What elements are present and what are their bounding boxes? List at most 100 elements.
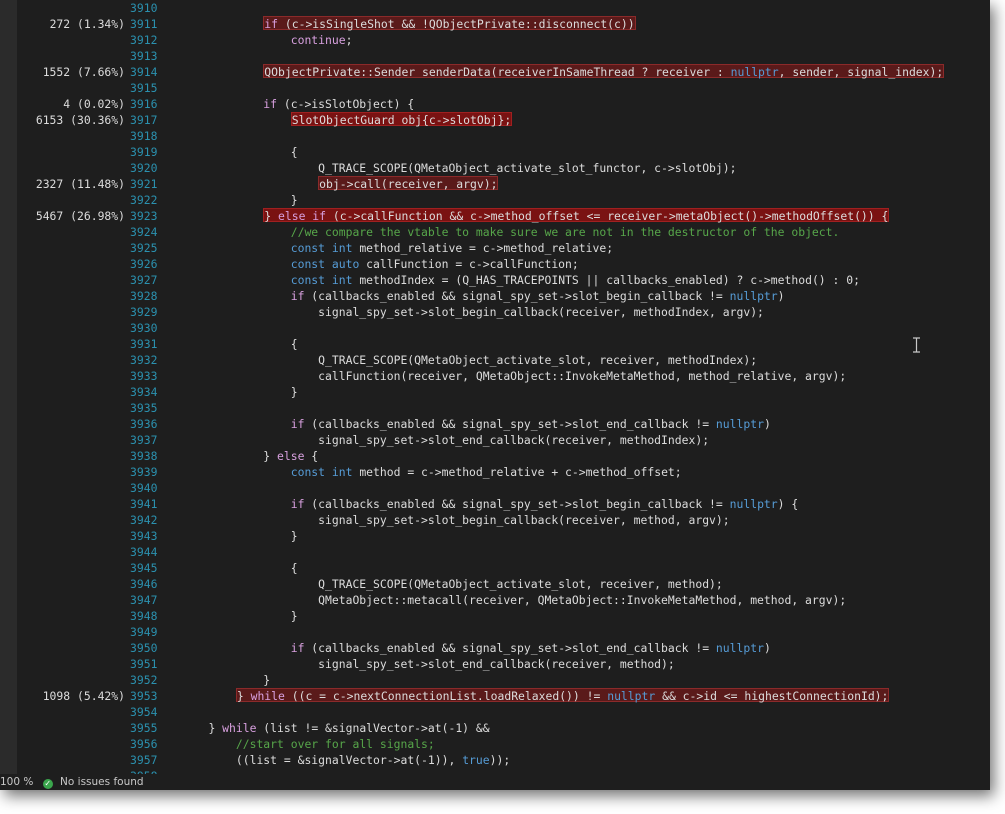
code-line[interactable]: 3946 Q_TRACE_SCOPE(QMetaObject_activate_… xyxy=(17,576,990,592)
line-number: 3950 xyxy=(130,641,158,655)
code-token: signal_spy_set->slot_begin_callback(rece… xyxy=(318,513,730,527)
code-text: signal_spy_set->slot_begin_callback(rece… xyxy=(181,304,990,320)
code-line[interactable]: 3944 xyxy=(17,544,990,560)
code-line[interactable]: 3939 const int method = c->method_relati… xyxy=(17,464,990,480)
code-line[interactable]: 1098 (5.42%) 3953 } while ((c = c->nextCo… xyxy=(17,688,990,704)
code-line[interactable]: 5467 (26.98%) 3923 } else if (c->callFunc… xyxy=(17,208,990,224)
code-token: if xyxy=(263,97,278,111)
zoom-level[interactable]: 100 % xyxy=(0,776,33,788)
line-number: 3956 xyxy=(130,737,158,751)
code-token: const auto xyxy=(290,257,360,271)
code-token: { xyxy=(290,561,298,575)
code-tokens: signal_spy_set->slot_begin_callback(rece… xyxy=(318,305,764,319)
code-token: obj->call(receiver, argv); xyxy=(319,177,498,191)
code-text: continue; xyxy=(181,32,990,48)
code-text: } xyxy=(181,384,990,400)
line-number: 3943 xyxy=(130,529,158,543)
code-line[interactable]: 3928 if (callbacks_enabled && signal_spy… xyxy=(17,288,990,304)
line-number: 3936 xyxy=(130,417,158,431)
line-number: 3933 xyxy=(130,369,158,383)
code-line[interactable]: 3947 QMetaObject::metacall(receiver, QMe… xyxy=(17,592,990,608)
line-number: 3953 xyxy=(130,689,158,703)
code-tokens: callFunction(receiver, QMetaObject::Invo… xyxy=(318,369,846,383)
code-line[interactable]: 272 (1.34%) 3911 if (c->isSingleShot && !… xyxy=(17,16,990,32)
line-number: 3932 xyxy=(130,353,158,367)
code-line[interactable]: 2327 (11.48%) 3921 obj->call(receiver, ar… xyxy=(17,176,990,192)
code-line[interactable]: 3938 } else { xyxy=(17,448,990,464)
code-token: const int xyxy=(290,273,353,287)
line-number: 3912 xyxy=(130,33,158,47)
line-number: 3918 xyxy=(130,129,158,143)
code-line[interactable]: 3955 } while (list != &signalVector->at(… xyxy=(17,720,990,736)
code-line[interactable]: 3957 ((list = &signalVector->at(-1)), tr… xyxy=(17,752,990,768)
code-line[interactable]: 3940 xyxy=(17,480,990,496)
perf-sample-count: 1552 (7.66%) xyxy=(42,65,125,79)
code-line[interactable]: 3919 { xyxy=(17,144,990,160)
code-token: Q_TRACE_SCOPE(QMetaObject_activate_slot,… xyxy=(318,577,723,591)
code-line[interactable]: 3931 { xyxy=(17,336,990,352)
code-line[interactable]: 3933 callFunction(receiver, QMetaObject:… xyxy=(17,368,990,384)
code-line[interactable]: 3934 } xyxy=(17,384,990,400)
code-token: nullptr xyxy=(715,417,764,431)
code-token: const int xyxy=(290,241,353,255)
code-line[interactable]: 3912 continue; xyxy=(17,32,990,48)
code-line[interactable]: 3951 signal_spy_set->slot_end_callback(r… xyxy=(17,656,990,672)
code-line[interactable]: 3930 xyxy=(17,320,990,336)
code-line[interactable]: 3956 //start over for all signals; xyxy=(17,736,990,752)
code-token: signal_spy_set->slot_end_callback(receiv… xyxy=(318,657,675,671)
code-line[interactable]: 3924 //we compare the vtable to make sur… xyxy=(17,224,990,240)
hot-line-highlight: } while ((c = c->nextConnectionList.load… xyxy=(235,688,890,703)
hot-line-highlight: QObjectPrivate::Sender senderData(receiv… xyxy=(263,64,945,79)
code-line[interactable]: 3942 signal_spy_set->slot_begin_callback… xyxy=(17,512,990,528)
code-line[interactable]: 3926 const auto callFunction = c->callFu… xyxy=(17,256,990,272)
code-text: } while (list != &signalVector->at(-1) &… xyxy=(181,720,990,736)
code-token: QMetaObject::metacall(receiver, QMetaObj… xyxy=(318,593,847,607)
code-line[interactable]: 3932 Q_TRACE_SCOPE(QMetaObject_activate_… xyxy=(17,352,990,368)
code-token: signal_spy_set->slot_begin_callback(rece… xyxy=(318,305,764,319)
code-line[interactable]: 3937 signal_spy_set->slot_end_callback(r… xyxy=(17,432,990,448)
code-line[interactable]: 3913 xyxy=(17,48,990,64)
line-number: 3945 xyxy=(130,561,158,575)
code-line[interactable]: 3910 xyxy=(17,0,990,16)
code-line[interactable]: 3922 } xyxy=(17,192,990,208)
code-tokens: if (callbacks_enabled && signal_spy_set-… xyxy=(291,289,785,303)
code-line[interactable]: 3925 const int method_relative = c->meth… xyxy=(17,240,990,256)
code-line[interactable]: 3954 xyxy=(17,704,990,720)
code-token: if xyxy=(290,497,305,511)
issues-status[interactable]: No issues found xyxy=(60,776,144,788)
code-line[interactable]: 3952 } xyxy=(17,672,990,688)
code-line[interactable]: 3941 if (callbacks_enabled && signal_spy… xyxy=(17,496,990,512)
code-line[interactable]: 1552 (7.66%) 3914 QObjectPrivate::Sender … xyxy=(17,64,990,80)
code-line[interactable]: 6153 (30.36%) 3917 SlotObjectGuard obj{c-… xyxy=(17,112,990,128)
code-line[interactable]: 3920 Q_TRACE_SCOPE(QMetaObject_activate_… xyxy=(17,160,990,176)
code-line[interactable]: 3929 signal_spy_set->slot_begin_callback… xyxy=(17,304,990,320)
code-token: (callbacks_enabled && signal_spy_set->sl… xyxy=(304,417,716,431)
code-tokens: ((list = &signalVector->at(-1)), true)); xyxy=(236,753,510,767)
code-token: true xyxy=(462,753,490,767)
line-number: 3919 xyxy=(130,145,158,159)
code-line[interactable]: 3945 { xyxy=(17,560,990,576)
code-line[interactable]: 3950 if (callbacks_enabled && signal_spy… xyxy=(17,640,990,656)
code-text: if (callbacks_enabled && signal_spy_set-… xyxy=(181,416,990,432)
code-line[interactable]: 3935 xyxy=(17,400,990,416)
code-line[interactable]: 3918 xyxy=(17,128,990,144)
code-line[interactable]: 3927 const int methodIndex = (Q_HAS_TRAC… xyxy=(17,272,990,288)
code-token: signal_spy_set->slot_end_callback(receiv… xyxy=(318,433,710,447)
line-number: 3937 xyxy=(130,433,158,447)
code-tokens: signal_spy_set->slot_end_callback(receiv… xyxy=(318,657,675,671)
code-line[interactable]: 3949 xyxy=(17,624,990,640)
code-view[interactable]: 3910 272 (1.34%) 3911 if (c->isSingleShot … xyxy=(17,0,990,790)
code-line[interactable]: 3936 if (callbacks_enabled && signal_spy… xyxy=(17,416,990,432)
code-line[interactable]: 4 (0.02%) 3916 if (c->isSlotObject) { xyxy=(17,96,990,112)
code-line[interactable]: 3948 } xyxy=(17,608,990,624)
code-line[interactable]: 3915 xyxy=(17,80,990,96)
code-line[interactable]: 3943 } xyxy=(17,528,990,544)
code-token: else if xyxy=(278,209,327,223)
perf-sample-count: 1098 (5.42%) xyxy=(42,689,125,703)
code-token: (c->isSlotObject) { xyxy=(277,97,415,111)
